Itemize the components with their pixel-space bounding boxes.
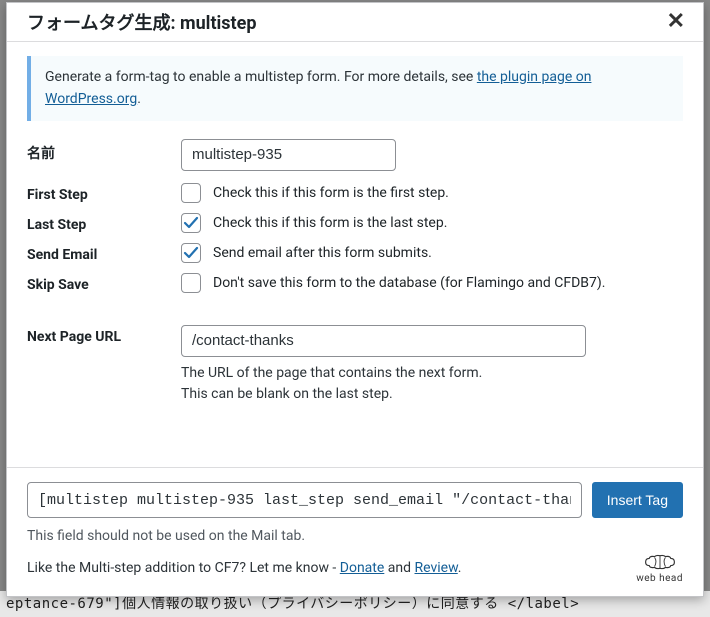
label-send-email: Send Email [27, 243, 181, 263]
label-last-step: Last Step [27, 213, 181, 233]
form-table: 名前 First Step Check this if this form is… [27, 139, 683, 406]
footer-links: Like the Multi-step addition to CF7? Let… [27, 560, 461, 576]
first-step-checkbox[interactable] [181, 183, 201, 203]
row-last-step: Last Step Check this if this form is the… [27, 213, 683, 233]
modal-body: Generate a form-tag to enable a multiste… [7, 42, 703, 467]
checkmark-icon [183, 215, 199, 231]
help-line-2: This can be blank on the last step. [181, 384, 683, 406]
promo-post: . [458, 560, 462, 576]
generated-tag-output[interactable] [27, 482, 582, 518]
last-step-text: Check this if this form is the last step… [213, 215, 447, 231]
modal-footer: Insert Tag This field should not be used… [7, 467, 703, 596]
insert-tag-button[interactable]: Insert Tag [592, 482, 683, 518]
review-link[interactable]: Review [415, 560, 458, 576]
row-first-step: First Step Check this if this form is th… [27, 183, 683, 203]
checkmark-icon [183, 245, 199, 261]
brain-icon [642, 552, 678, 572]
logo-text: web head [636, 573, 683, 584]
send-email-text: Send email after this form submits. [213, 245, 432, 261]
webhead-logo: web head [636, 552, 683, 584]
last-step-checkbox[interactable] [181, 213, 201, 233]
name-input[interactable] [181, 139, 396, 171]
notice-text-post: . [137, 91, 141, 107]
label-name: 名前 [27, 139, 181, 163]
next-url-help: The URL of the page that contains the ne… [181, 363, 683, 406]
promo-text: Like the Multi-step addition to CF7? Let… [27, 560, 340, 576]
row-send-email: Send Email Send email after this form su… [27, 243, 683, 263]
row-next-url: Next Page URL The URL of the page that c… [27, 325, 683, 406]
tag-row: Insert Tag [27, 482, 683, 518]
footer-note: This field should not be used on the Mai… [27, 528, 683, 544]
close-icon[interactable]: ✕ [661, 9, 691, 35]
form-tag-generator-modal: フォームタグ生成: multistep ✕ Generate a form-ta… [6, 2, 704, 597]
label-next-url: Next Page URL [27, 325, 181, 345]
send-email-checkbox[interactable] [181, 243, 201, 263]
modal-title: フォームタグ生成: multistep [27, 9, 256, 35]
skip-save-text: Don't save this form to the database (fo… [213, 275, 605, 291]
help-line-1: The URL of the page that contains the ne… [181, 363, 683, 385]
modal-header: フォームタグ生成: multistep ✕ [7, 3, 703, 42]
label-skip-save: Skip Save [27, 273, 181, 293]
next-url-input[interactable] [181, 325, 586, 357]
row-name: 名前 [27, 139, 683, 171]
notice-text: Generate a form-tag to enable a multiste… [45, 69, 477, 85]
skip-save-checkbox[interactable] [181, 273, 201, 293]
first-step-text: Check this if this form is the first ste… [213, 185, 449, 201]
promo-and: and [384, 560, 414, 576]
info-notice: Generate a form-tag to enable a multiste… [27, 56, 683, 121]
label-first-step: First Step [27, 183, 181, 203]
donate-link[interactable]: Donate [340, 560, 385, 576]
row-skip-save: Skip Save Don't save this form to the da… [27, 273, 683, 293]
